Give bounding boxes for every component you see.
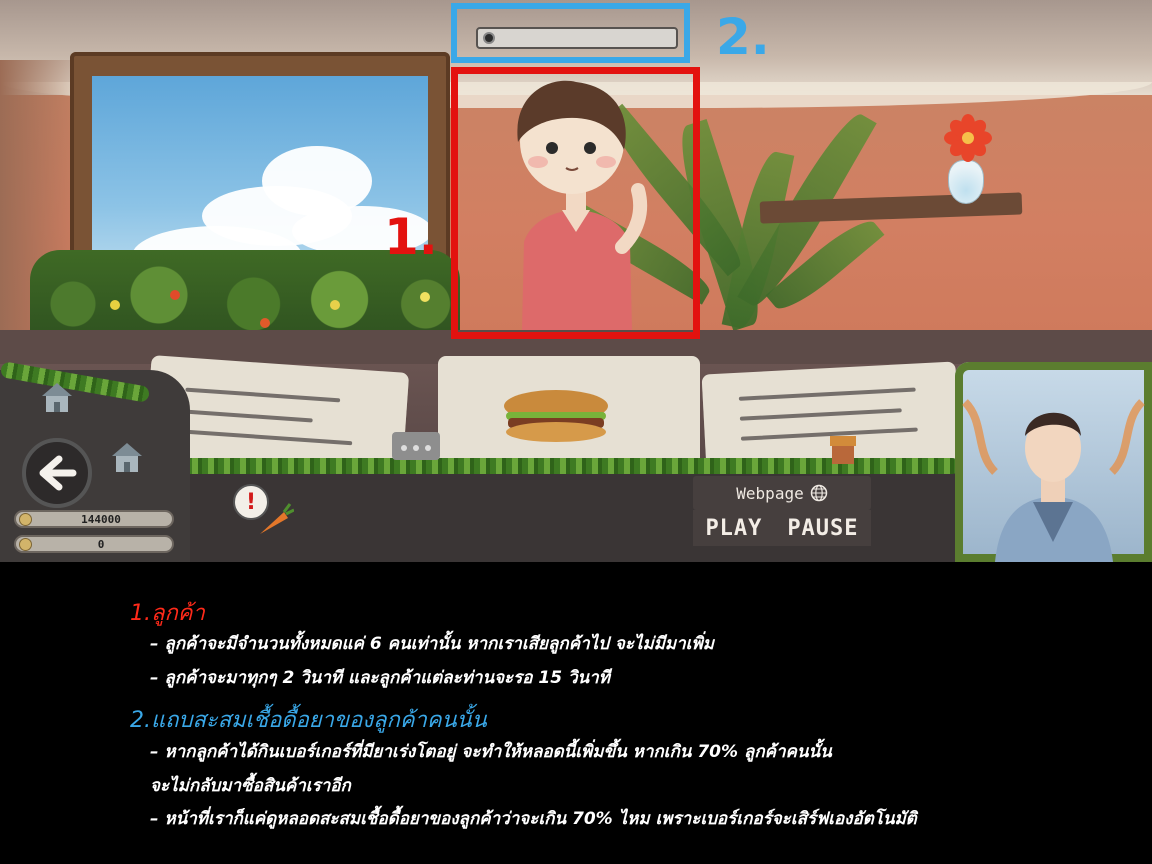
secondary-counter: 0 [14, 535, 174, 553]
back-button[interactable] [22, 438, 92, 508]
flower [330, 300, 340, 310]
instructions-panel: 1.ลูกค้า – ลูกค้าจะมีจำนวนทั้งหมดแค่ 6 ค… [0, 562, 1152, 864]
section1-line: – ลูกค้าจะมีจำนวนทั้งหมดแค่ 6 คนเท่านั้น… [150, 634, 714, 654]
section1-title: 1.ลูกค้า [130, 601, 205, 626]
money-value: 144000 [81, 513, 121, 526]
stall-icon[interactable] [826, 432, 860, 466]
pause-button[interactable]: PAUSE [787, 516, 858, 541]
flower-vase [948, 160, 984, 204]
play-button[interactable]: PLAY [705, 516, 762, 541]
flower [170, 290, 180, 300]
coin-icon [19, 513, 32, 526]
money-counter: 144000 [14, 510, 174, 528]
house-icon[interactable] [110, 440, 144, 474]
section2-title: 2.แถบสะสมเชื้อดื้อยาของลูกค้าคนนั้น [130, 708, 487, 733]
flower [110, 300, 120, 310]
chef-avatar [961, 399, 1146, 562]
annotation-box-2 [451, 3, 690, 63]
webpage-button[interactable]: Webpage [693, 476, 871, 510]
secondary-value: 0 [97, 538, 105, 551]
chef-portrait [955, 362, 1152, 562]
section1-line: – ลูกค้าจะมาทุกๆ 2 วินาที และลูกค้าแต่ละ… [150, 668, 610, 688]
playback-controls: PLAY PAUSE [693, 510, 871, 546]
red-flower-icon [944, 114, 992, 162]
annotation-box-1 [451, 67, 700, 339]
annotation-label-1: 1. [384, 208, 438, 266]
flower [420, 292, 430, 302]
coin-icon [19, 538, 32, 551]
annotation-label-2: 2. [716, 8, 770, 66]
flower [260, 318, 270, 328]
arrow-left-icon [39, 455, 77, 491]
shop-icon[interactable] [390, 428, 442, 462]
game-scene: 144000 0 ! Webpage PLAY PAUSE 2. 1. [0, 0, 1152, 562]
section2-line: – หากลูกค้าได้กินเบอร์เกอร์ที่มียาเร่งโต… [150, 742, 832, 762]
burger-icon [504, 390, 608, 442]
carrot-icon [260, 503, 294, 534]
house-icon[interactable] [40, 380, 74, 414]
globe-icon [810, 484, 827, 502]
section2-line: จะไม่กลับมาซื้อสินค้าเราอีก [150, 776, 351, 796]
section2-line: – หน้าที่เราก็แค่ดูหลอดสะสมเชื้อดื้อยาขอ… [150, 809, 917, 829]
webpage-label: Webpage [736, 483, 804, 503]
